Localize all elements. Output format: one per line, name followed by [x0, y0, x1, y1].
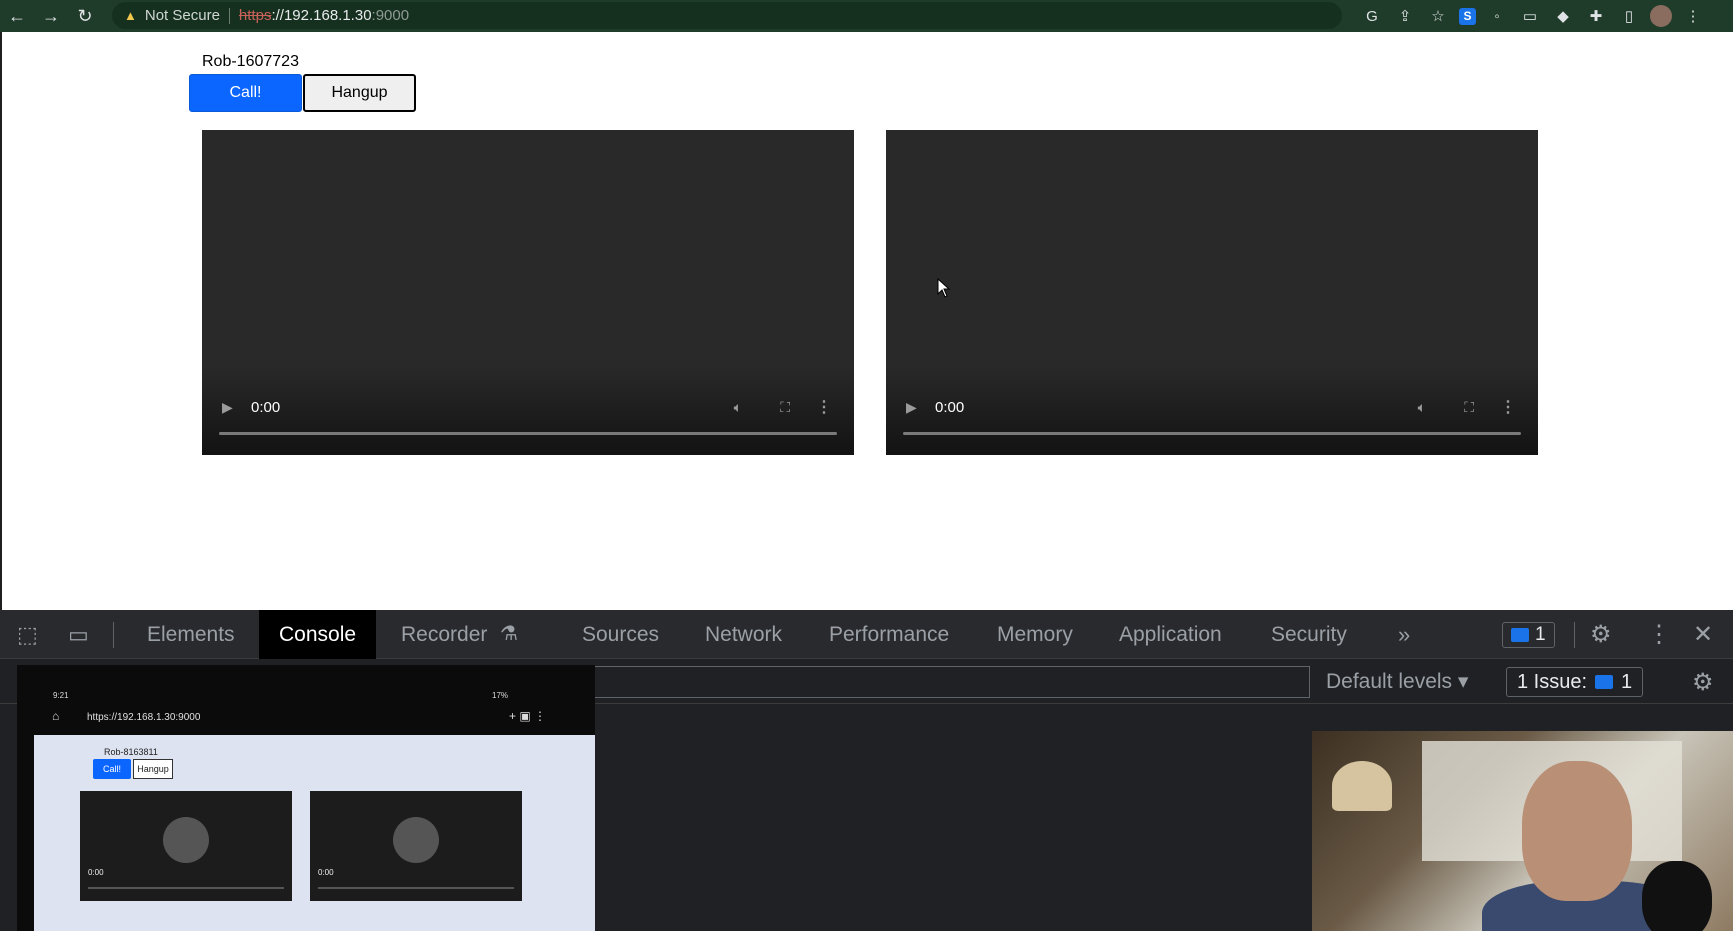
phone-hangup-button: Hangup: [133, 759, 173, 779]
more-options-icon[interactable]: ⋮: [1647, 620, 1671, 649]
volume-icon[interactable]: 🔈︎: [734, 399, 742, 416]
console-filter-input[interactable]: [590, 666, 1310, 698]
warning-icon: ▲: [124, 8, 137, 23]
video-progress-bar[interactable]: [219, 432, 837, 435]
message-count: 1: [1535, 624, 1546, 645]
play-icon[interactable]: ▶: [222, 399, 233, 416]
share-icon[interactable]: ⇪: [1393, 4, 1417, 28]
google-icon[interactable]: G: [1360, 4, 1384, 28]
tab-network[interactable]: Network: [705, 610, 782, 659]
tab-sources[interactable]: Sources: [582, 610, 659, 659]
more-tabs-icon[interactable]: »: [1398, 610, 1410, 659]
reload-icon[interactable]: ↻: [68, 0, 102, 32]
issue-label: 1 Issue:: [1517, 670, 1588, 693]
phone-call-button: Call!: [93, 759, 131, 779]
tab-memory[interactable]: Memory: [997, 610, 1073, 659]
fullscreen-icon[interactable]: ⛶: [780, 399, 790, 416]
phone-menu-icons: + ▣ ⋮: [509, 709, 547, 723]
phone-remote-video: 0:00: [310, 791, 522, 901]
remote-video[interactable]: ▶ 0:00 🔈︎ ⛶ ⋮: [886, 130, 1538, 455]
phone-status-time: 9:21: [53, 691, 69, 700]
tab-elements[interactable]: Elements: [147, 610, 235, 659]
phone-video-progress: [88, 887, 284, 889]
devtools-tabbar: ⬚ ▭ Elements Console Recorder ⚗ Sources …: [0, 610, 1733, 659]
phone-local-video: 0:00: [80, 791, 292, 901]
tab-console[interactable]: Console: [259, 610, 377, 659]
forward-icon[interactable]: →: [34, 0, 68, 32]
url-port: :9000: [371, 7, 410, 24]
username-label: Rob-1607723: [202, 53, 299, 70]
person-head: [1522, 761, 1632, 901]
log-levels-dropdown[interactable]: Default levels ▾: [1326, 669, 1468, 694]
call-button[interactable]: Call!: [189, 74, 302, 112]
extension-s-icon[interactable]: S: [1459, 7, 1476, 25]
back-icon[interactable]: ←: [0, 0, 34, 32]
extension-icon[interactable]: ◦: [1485, 4, 1509, 28]
more-options-icon[interactable]: ⋮: [816, 397, 832, 417]
phone-battery: 17%: [492, 691, 509, 700]
video-controls: ▶ 0:00 🔈︎ ⛶ ⋮: [886, 395, 1538, 419]
phone-video-overlay: 9:21 17% ⌂ https://192.168.1.30:9000 + ▣…: [17, 665, 595, 931]
star-icon[interactable]: ☆: [1426, 4, 1450, 28]
address-bar[interactable]: ▲ Not Secure https://192.168.1.30:9000: [112, 2, 1342, 29]
video-progress-bar[interactable]: [903, 432, 1521, 435]
issue-icon: [1595, 675, 1614, 689]
play-icon[interactable]: ▶: [906, 399, 917, 416]
url-scheme: https: [238, 7, 272, 24]
browser-toolbar: ← → ↻ ▲ Not Secure https://192.168.1.30:…: [0, 0, 1733, 32]
microphone-shape: [1642, 861, 1712, 931]
phone-url: https://192.168.1.30:9000: [87, 712, 201, 723]
video-time: 0:00: [935, 398, 965, 416]
video-time: 0:00: [251, 398, 281, 416]
settings-gear-icon[interactable]: ⚙: [1590, 620, 1612, 649]
address-divider: [228, 7, 230, 24]
device-toolbar-icon[interactable]: ▭: [68, 622, 89, 648]
video-placeholder-icon: [393, 817, 439, 863]
mouse-cursor-icon: [937, 278, 951, 298]
phone-home-icon: ⌂: [52, 709, 60, 723]
phone-video-time: 0:00: [318, 868, 334, 877]
volume-icon[interactable]: 🔈︎: [1418, 399, 1426, 416]
security-label[interactable]: Not Secure: [145, 7, 220, 24]
console-settings-icon[interactable]: ⚙: [1692, 668, 1714, 697]
inspect-element-icon[interactable]: ⬚: [17, 622, 38, 648]
toolbar-actions: G ⇪ ☆ S ◦ ▭ ◆ ✚ ▯ ⋮: [1360, 4, 1705, 28]
close-icon[interactable]: ✕: [1693, 620, 1713, 649]
log-levels-label: Default levels: [1326, 670, 1453, 693]
tabbar-divider: [1574, 622, 1575, 648]
hangup-button[interactable]: Hangup: [303, 74, 416, 112]
issues-button[interactable]: 1 Issue: 1: [1506, 667, 1644, 697]
tab-application[interactable]: Application: [1119, 610, 1222, 659]
extension-icon[interactable]: ▭: [1518, 4, 1542, 28]
profile-avatar[interactable]: [1650, 5, 1672, 27]
video-controls: ▶ 0:00 🔈︎ ⛶ ⋮: [202, 395, 854, 419]
flask-icon: ⚗: [500, 623, 518, 645]
tab-performance[interactable]: Performance: [829, 610, 949, 659]
menu-icon[interactable]: ⋮: [1681, 4, 1705, 28]
phone-username: Rob-8163811: [104, 747, 158, 757]
sidepanel-icon[interactable]: ▯: [1617, 4, 1641, 28]
puzzle-icon[interactable]: ✚: [1584, 4, 1608, 28]
more-options-icon[interactable]: ⋮: [1500, 397, 1516, 417]
phone-video-time: 0:00: [88, 868, 104, 877]
issue-count: 1: [1621, 670, 1633, 693]
lamp-shape: [1332, 761, 1392, 811]
messages-badge[interactable]: 1: [1502, 622, 1555, 648]
url-host: ://192.168.1.30: [271, 7, 372, 24]
page-content: Rob-1607723 Call! Hangup ▶ 0:00 🔈︎ ⛶ ⋮ ▶…: [0, 32, 1733, 610]
tab-recorder[interactable]: Recorder: [401, 610, 487, 659]
tabbar-divider: [113, 622, 114, 648]
webcam-overlay: [1312, 731, 1733, 931]
local-video[interactable]: ▶ 0:00 🔈︎ ⛶ ⋮: [202, 130, 854, 455]
fullscreen-icon[interactable]: ⛶: [1464, 399, 1474, 416]
phone-video-progress: [318, 887, 514, 889]
message-icon: [1511, 628, 1529, 642]
video-placeholder-icon: [163, 817, 209, 863]
phone-screen: Rob-8163811 Call! Hangup 0:00 0:00: [34, 735, 595, 931]
tab-security[interactable]: Security: [1271, 610, 1347, 659]
fox-extension-icon[interactable]: ◆: [1551, 4, 1575, 28]
